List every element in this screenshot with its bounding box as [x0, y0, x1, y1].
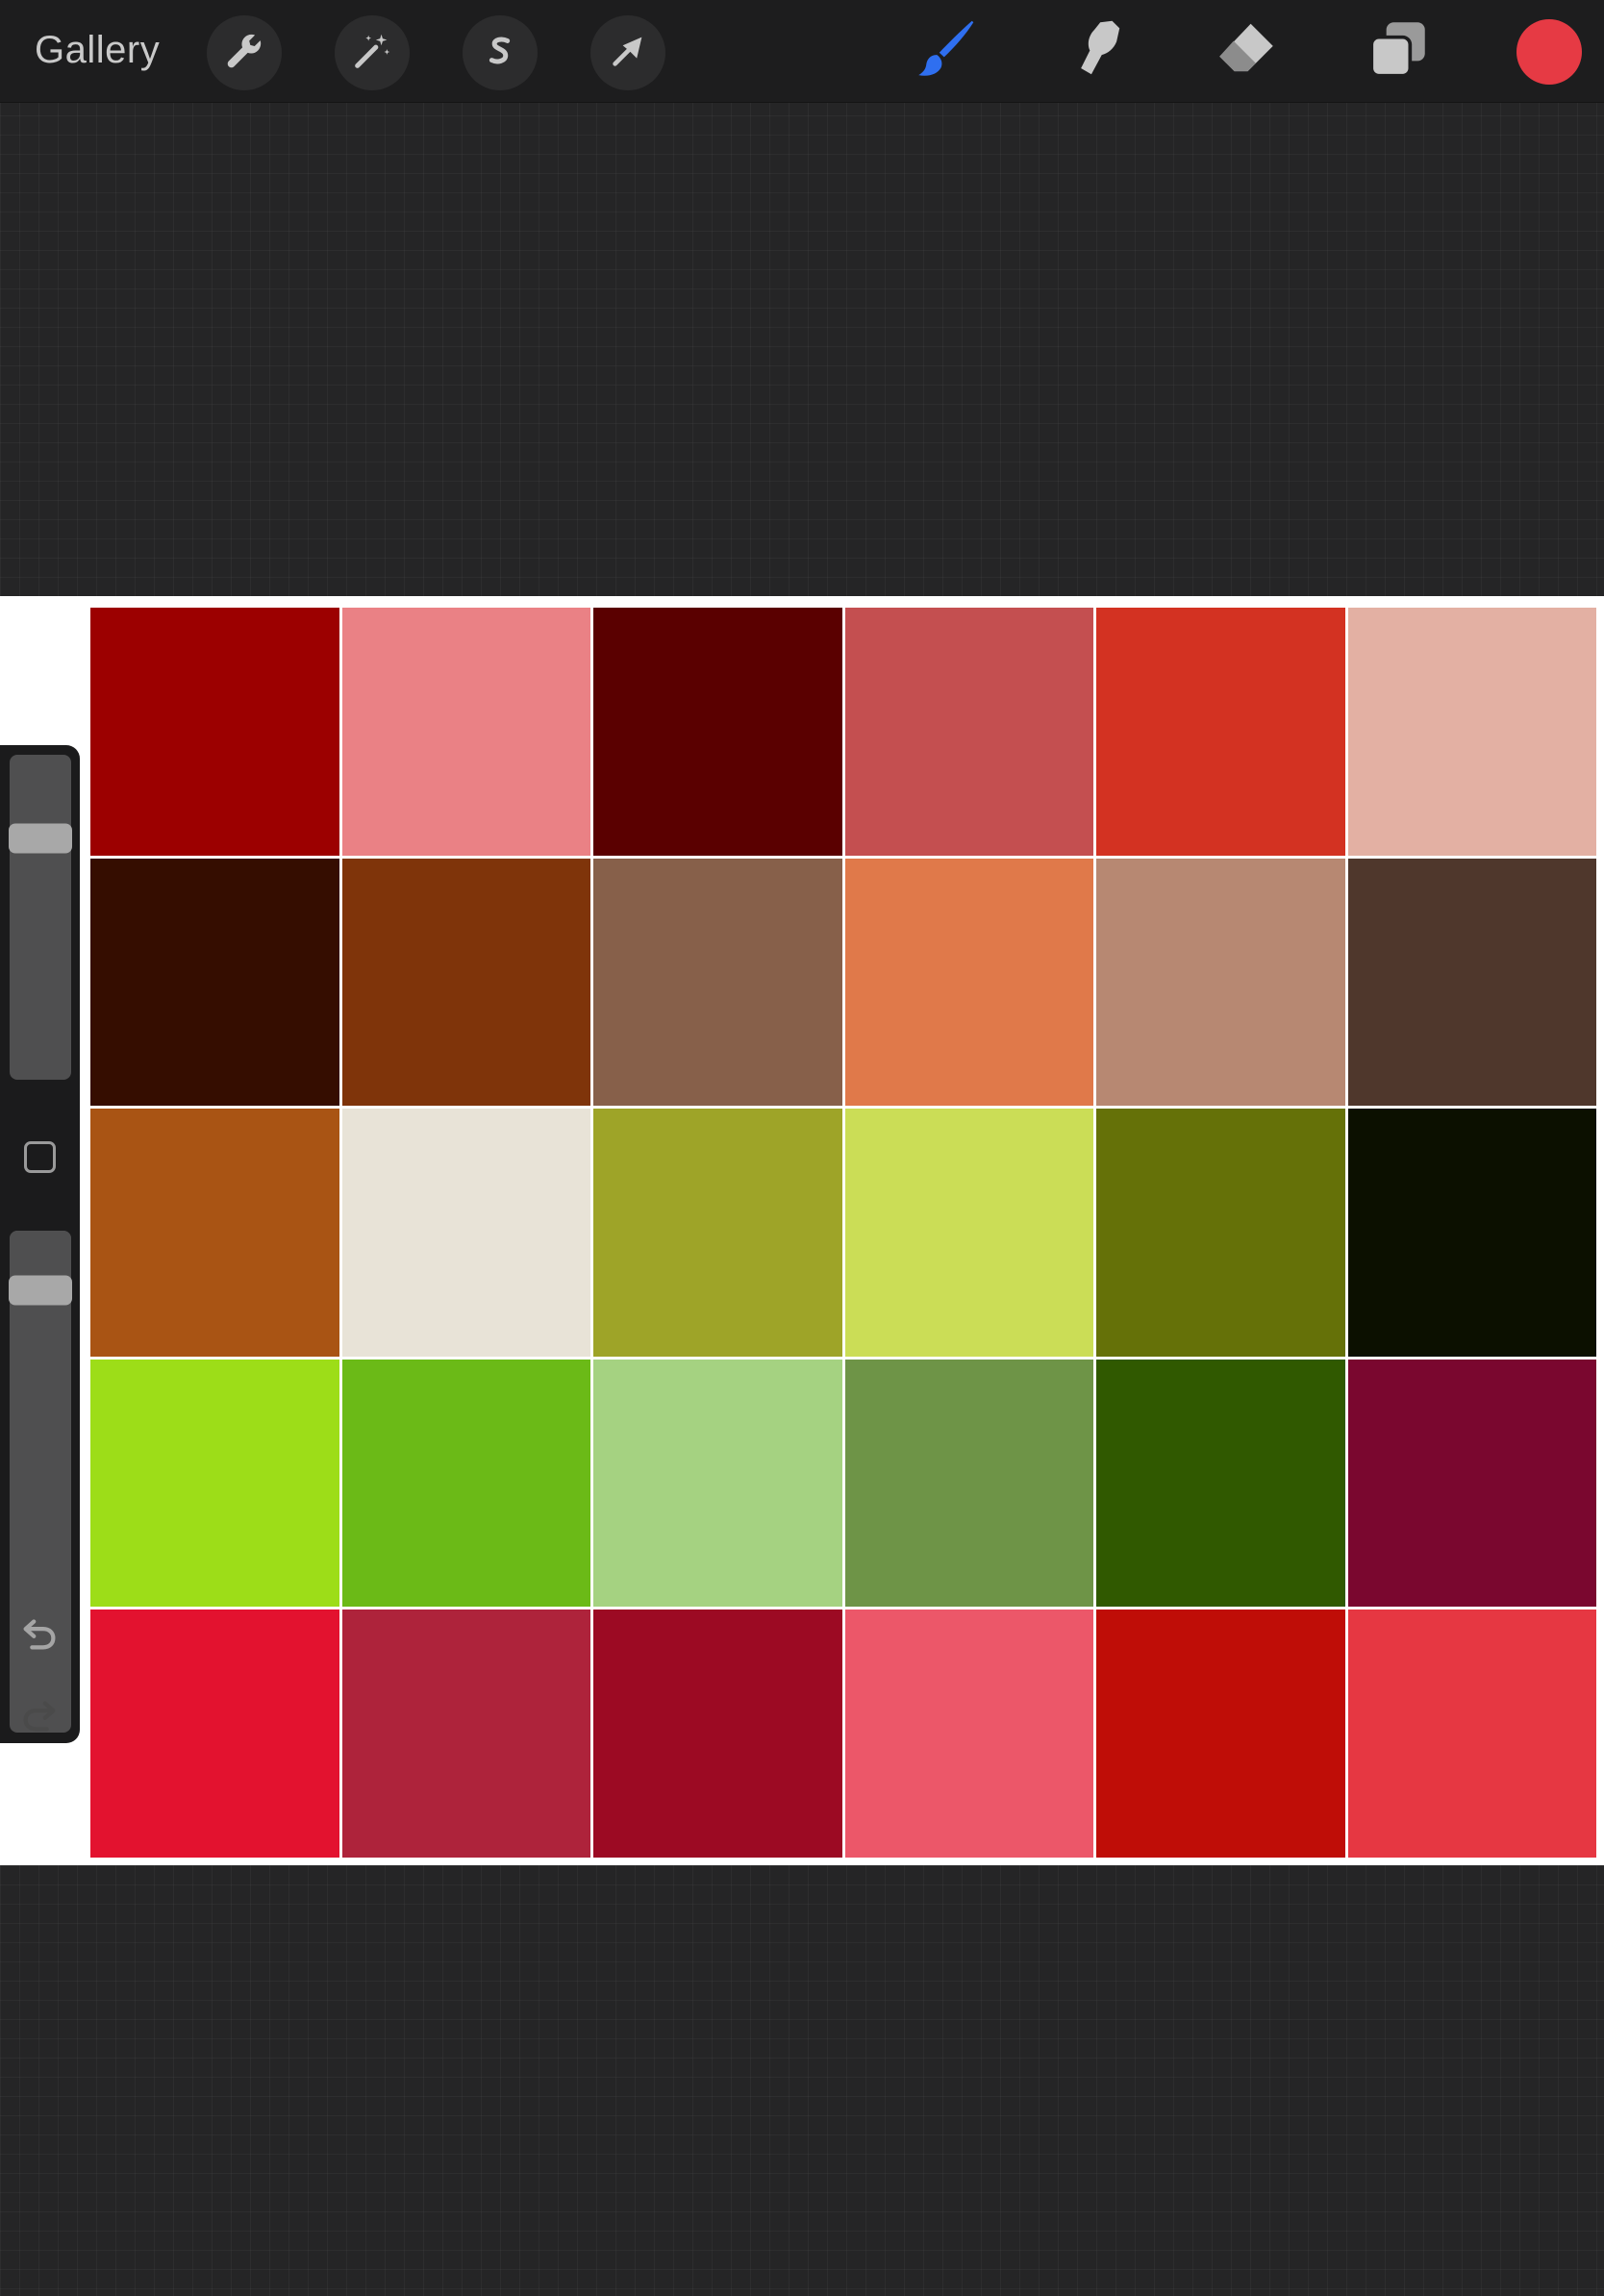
color-swatch	[90, 858, 339, 1107]
selection-s-icon	[478, 29, 522, 78]
color-swatch	[341, 1610, 590, 1858]
layers-icon	[1363, 13, 1434, 89]
eraser-tool-button[interactable]	[1208, 12, 1285, 89]
color-swatch	[844, 608, 1093, 856]
transform-button[interactable]	[590, 15, 665, 90]
color-swatch	[90, 608, 339, 856]
color-swatch	[341, 1109, 590, 1357]
color-swatch	[341, 608, 590, 856]
color-swatch	[1096, 1109, 1345, 1357]
sidebar	[0, 745, 80, 1743]
color-swatch	[1096, 1359, 1345, 1608]
color-swatch	[593, 1610, 842, 1858]
color-swatch	[1347, 858, 1596, 1107]
redo-icon	[17, 1701, 62, 1740]
color-swatch	[341, 858, 590, 1107]
arrow-cursor-icon	[606, 29, 650, 78]
eraser-icon	[1211, 13, 1282, 89]
color-swatch-grid	[90, 608, 1596, 1858]
actions-button[interactable]	[207, 15, 282, 90]
smudge-tool-button[interactable]	[1056, 12, 1133, 89]
color-swatch	[341, 1359, 590, 1608]
brush-size-slider-thumb[interactable]	[9, 823, 72, 853]
color-swatch	[844, 1359, 1093, 1608]
smudge-finger-icon	[1059, 13, 1130, 89]
color-swatch	[1347, 1610, 1596, 1858]
brush-opacity-slider-thumb[interactable]	[9, 1275, 72, 1306]
magic-wand-icon	[350, 29, 394, 78]
modify-button[interactable]	[24, 1141, 56, 1173]
adjustments-button[interactable]	[335, 15, 410, 90]
wrench-icon	[222, 29, 266, 78]
brush-size-slider[interactable]	[9, 755, 72, 1080]
brush-tool-button[interactable]	[907, 12, 984, 89]
selection-button[interactable]	[463, 15, 538, 90]
color-swatch	[90, 1610, 339, 1858]
color-swatch	[1096, 858, 1345, 1107]
color-swatch	[90, 1109, 339, 1357]
color-swatch	[593, 1359, 842, 1608]
top-toolbar: Gallery	[0, 0, 1604, 103]
color-swatch	[844, 1610, 1093, 1858]
color-swatch	[844, 1109, 1093, 1357]
undo-icon	[17, 1619, 62, 1659]
undo-button[interactable]	[17, 1610, 62, 1655]
color-swatch	[593, 858, 842, 1107]
canvas[interactable]	[0, 596, 1604, 1865]
layers-button[interactable]	[1360, 12, 1437, 89]
color-swatch	[90, 1359, 339, 1608]
color-swatch	[844, 858, 1093, 1107]
brush-icon	[910, 13, 981, 89]
color-swatch	[593, 608, 842, 856]
color-swatch	[1096, 608, 1345, 856]
current-color-button[interactable]	[1516, 19, 1582, 85]
color-swatch	[1347, 1109, 1596, 1357]
color-swatch	[1347, 1359, 1596, 1608]
color-swatch	[1096, 1610, 1345, 1858]
color-swatch	[593, 1109, 842, 1357]
gallery-button[interactable]: Gallery	[35, 25, 160, 75]
redo-button[interactable]	[17, 1692, 62, 1736]
color-swatch	[1347, 608, 1596, 856]
